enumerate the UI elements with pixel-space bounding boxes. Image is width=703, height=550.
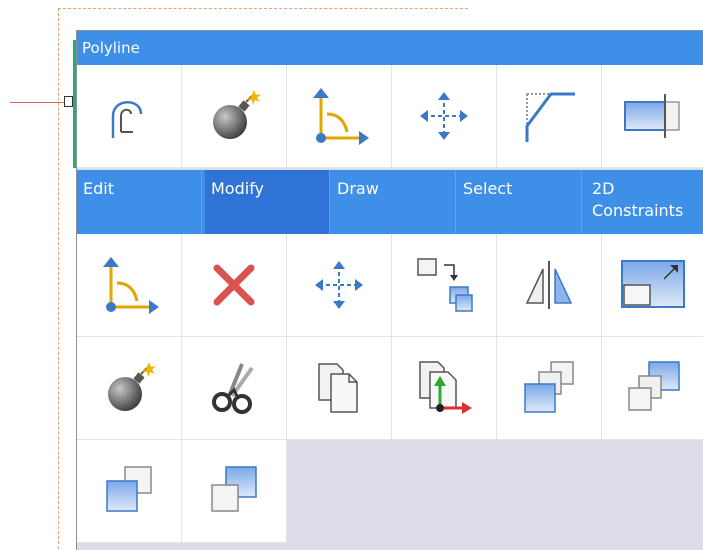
copy-with-basepoint-icon <box>419 361 472 414</box>
explode-button-2[interactable] <box>77 337 182 440</box>
modify-tool-row-3 <box>77 440 703 543</box>
move-icon <box>315 261 363 309</box>
selection-frame-top <box>58 8 468 9</box>
scale-icon <box>621 260 685 308</box>
send-under-button[interactable] <box>182 440 287 543</box>
delete-button[interactable] <box>182 234 287 337</box>
stretch-button[interactable] <box>602 65 703 168</box>
copy-to-icon <box>417 258 473 312</box>
explode-icon <box>108 362 156 411</box>
selection-frame-left <box>58 8 59 549</box>
modify-vertex-button[interactable] <box>287 65 392 168</box>
mirror-icon <box>525 261 573 309</box>
bring-above-button[interactable] <box>77 440 182 543</box>
tab-2d-constraints[interactable]: 2D Constraints <box>586 170 703 234</box>
send-to-back-button[interactable] <box>602 337 703 440</box>
stretch-icon <box>624 94 680 138</box>
top-tool-row <box>77 65 703 168</box>
bring-to-front-button[interactable] <box>497 337 602 440</box>
drawing-line <box>10 102 68 103</box>
copy-icon <box>318 363 358 413</box>
tab-draw[interactable]: Draw <box>331 170 456 234</box>
cut-icon <box>212 363 254 414</box>
delete-icon <box>213 264 255 306</box>
move-button-2[interactable] <box>287 234 392 337</box>
modify-tool-row-1 <box>77 234 703 337</box>
fillet-button[interactable] <box>497 65 602 168</box>
modify-vertex-icon <box>103 257 159 314</box>
panel-titlebar: Polyline <box>77 31 703 65</box>
bring-above-icon <box>106 466 152 512</box>
polyline-edit-button[interactable] <box>77 65 182 168</box>
quad-panel: Polyline Edit Modify Draw Select 2D Cons… <box>76 30 703 550</box>
cut-button[interactable] <box>182 337 287 440</box>
explode-icon <box>213 90 261 139</box>
move-button[interactable] <box>392 65 497 168</box>
fillet-icon <box>525 92 575 142</box>
explode-button[interactable] <box>182 65 287 168</box>
mirror-button[interactable] <box>497 234 602 337</box>
scale-button[interactable] <box>602 234 703 337</box>
tab-bar: Edit Modify Draw Select 2D Constraints <box>77 170 703 234</box>
copy-button[interactable] <box>287 337 392 440</box>
copy-to-button[interactable] <box>392 234 497 337</box>
selection-grip[interactable] <box>64 96 73 107</box>
tab-select[interactable]: Select <box>457 170 582 234</box>
tab-edit[interactable]: Edit <box>77 170 202 234</box>
polyline-edit-icon <box>111 101 143 138</box>
modify-vertex-icon <box>313 88 369 145</box>
bring-to-front-icon <box>524 361 574 413</box>
move-icon <box>420 92 468 140</box>
panel-title: Polyline <box>82 39 140 57</box>
send-to-back-icon <box>628 361 680 411</box>
modify-tool-row-2 <box>77 337 703 440</box>
tab-modify[interactable]: Modify <box>205 170 330 234</box>
modify-vertex-button-2[interactable] <box>77 234 182 337</box>
copy-with-basepoint-button[interactable] <box>392 337 497 440</box>
send-under-icon <box>211 466 257 512</box>
